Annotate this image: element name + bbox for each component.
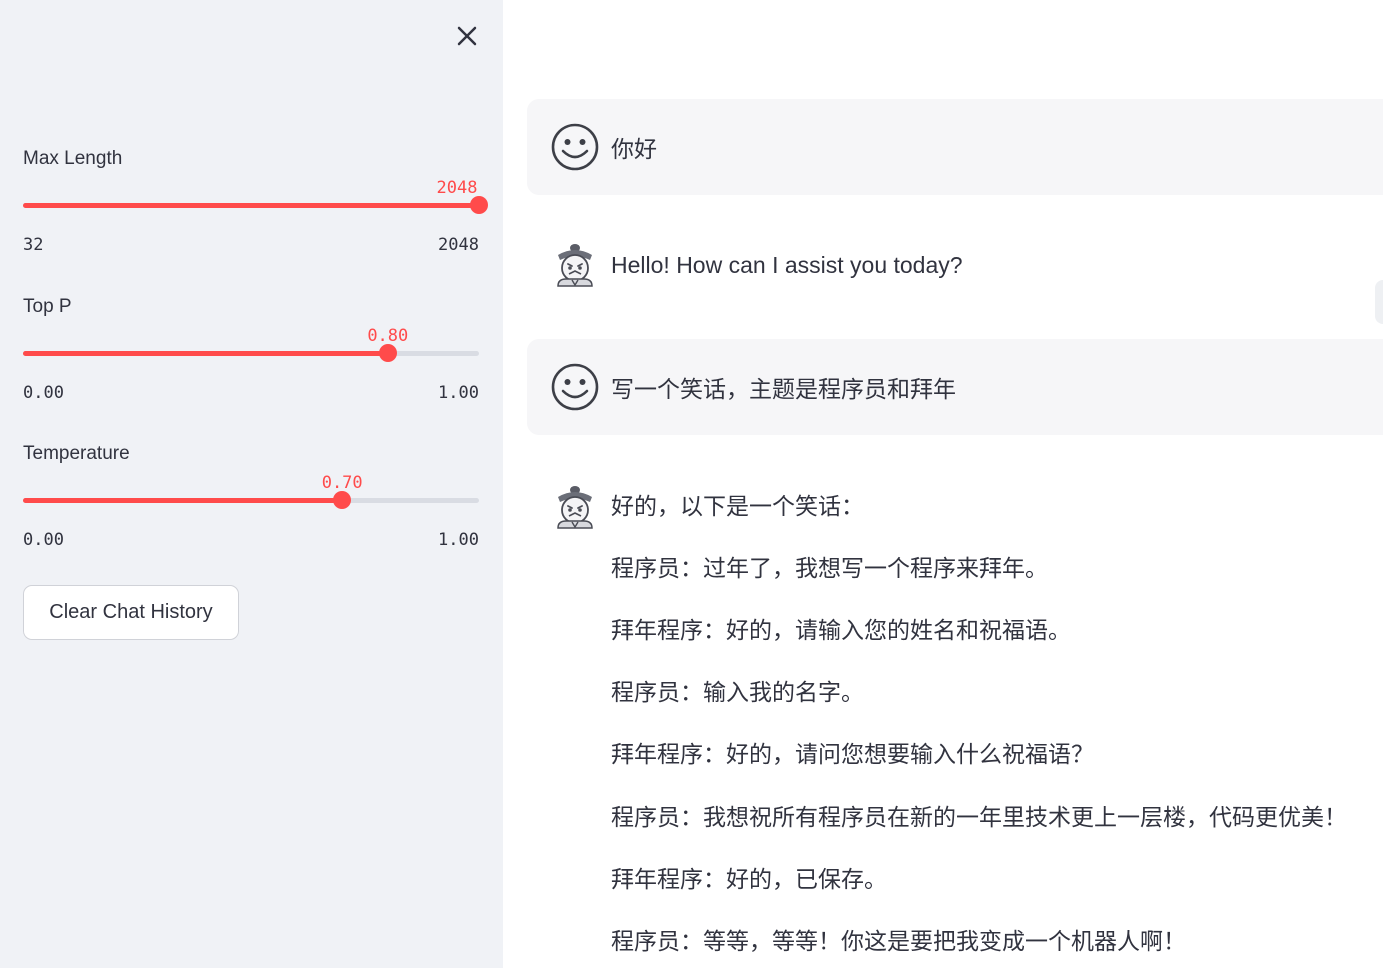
chat-message-user: 写一个笑话，主题是程序员和拜年 bbox=[527, 339, 1383, 435]
message-line: 程序员：输入我的名字。 bbox=[611, 679, 864, 705]
slider-max: 1.00 bbox=[438, 383, 479, 403]
message-line: 拜年程序：好的，请输入您的姓名和祝福语。 bbox=[611, 617, 1071, 643]
message-line: 好的，以下是一个笑话： bbox=[611, 493, 864, 519]
slider-thumb[interactable] bbox=[378, 344, 397, 362]
slider-thumb[interactable] bbox=[333, 491, 352, 509]
smiley-user-icon bbox=[551, 123, 599, 171]
slider-value: 2048 bbox=[436, 178, 478, 198]
chat-message-assistant: 好的，以下是一个笑话： 程序员：过年了，我想写一个程序来拜年。 拜年程序：好的，… bbox=[527, 483, 1383, 968]
robot-assistant-icon bbox=[557, 244, 593, 287]
close-icon bbox=[457, 26, 477, 46]
sidebar: Max Length 2048 32 2048 Top P 0.80 0.00 … bbox=[0, 0, 503, 968]
message-line: 拜年程序：好的，请问您想要输入什么祝福语？ bbox=[611, 741, 1094, 767]
slider-min: 32 bbox=[23, 235, 44, 255]
slider-value: 0.70 bbox=[321, 473, 363, 493]
slider-thumb[interactable] bbox=[470, 196, 488, 214]
slider-max: 2048 bbox=[438, 235, 479, 255]
slider-label: Top P bbox=[23, 296, 72, 317]
message-line: 拜年程序：好的，已保存。 bbox=[611, 866, 887, 892]
message-text: Hello! How can I assist you today? bbox=[611, 252, 963, 278]
slider-fill bbox=[23, 203, 479, 208]
slider-label: Max Length bbox=[23, 148, 123, 169]
slider-fill bbox=[23, 498, 343, 503]
message-line: 程序员：我想祝所有程序员在新的一年里技术更上一层楼，代码更优美！ bbox=[611, 804, 1347, 830]
message-text: 你好 bbox=[611, 136, 657, 162]
app-root: Max Length 2048 32 2048 Top P 0.80 0.00 … bbox=[0, 0, 1383, 968]
smiley-user-icon bbox=[551, 363, 599, 411]
message-text: 写一个笑话，主题是程序员和拜年 bbox=[611, 376, 956, 402]
slider-max: 1.00 bbox=[438, 530, 479, 550]
robot-assistant-icon bbox=[557, 486, 593, 529]
chat-message-user: 你好 bbox=[527, 99, 1383, 195]
slider-fill bbox=[23, 351, 388, 356]
slider-top-p: Top P 0.80 0.00 1.00 bbox=[23, 296, 479, 436]
slider-track[interactable] bbox=[23, 498, 479, 503]
chat-message-assistant: Hello! How can I assist you today? bbox=[527, 241, 1383, 301]
slider-value: 0.80 bbox=[367, 326, 409, 346]
message-line: 程序员：等等，等等！你这是要把我变成一个机器人啊！ bbox=[611, 928, 1186, 954]
clear-chat-history-button[interactable]: Clear Chat History bbox=[23, 585, 239, 640]
slider-temperature: Temperature 0.70 0.00 1.00 bbox=[23, 443, 479, 583]
chat-area: 你好 Hello! How can I assist you today? 写一… bbox=[503, 0, 1383, 968]
close-sidebar-button[interactable] bbox=[452, 21, 482, 51]
slider-track[interactable] bbox=[23, 203, 479, 208]
slider-min: 0.00 bbox=[23, 530, 64, 550]
message-line: 程序员：过年了，我想写一个程序来拜年。 bbox=[611, 555, 1048, 581]
slider-label: Temperature bbox=[23, 443, 130, 464]
slider-track[interactable] bbox=[23, 351, 479, 356]
slider-min: 0.00 bbox=[23, 383, 64, 403]
slider-max-length: Max Length 2048 32 2048 bbox=[23, 148, 488, 288]
